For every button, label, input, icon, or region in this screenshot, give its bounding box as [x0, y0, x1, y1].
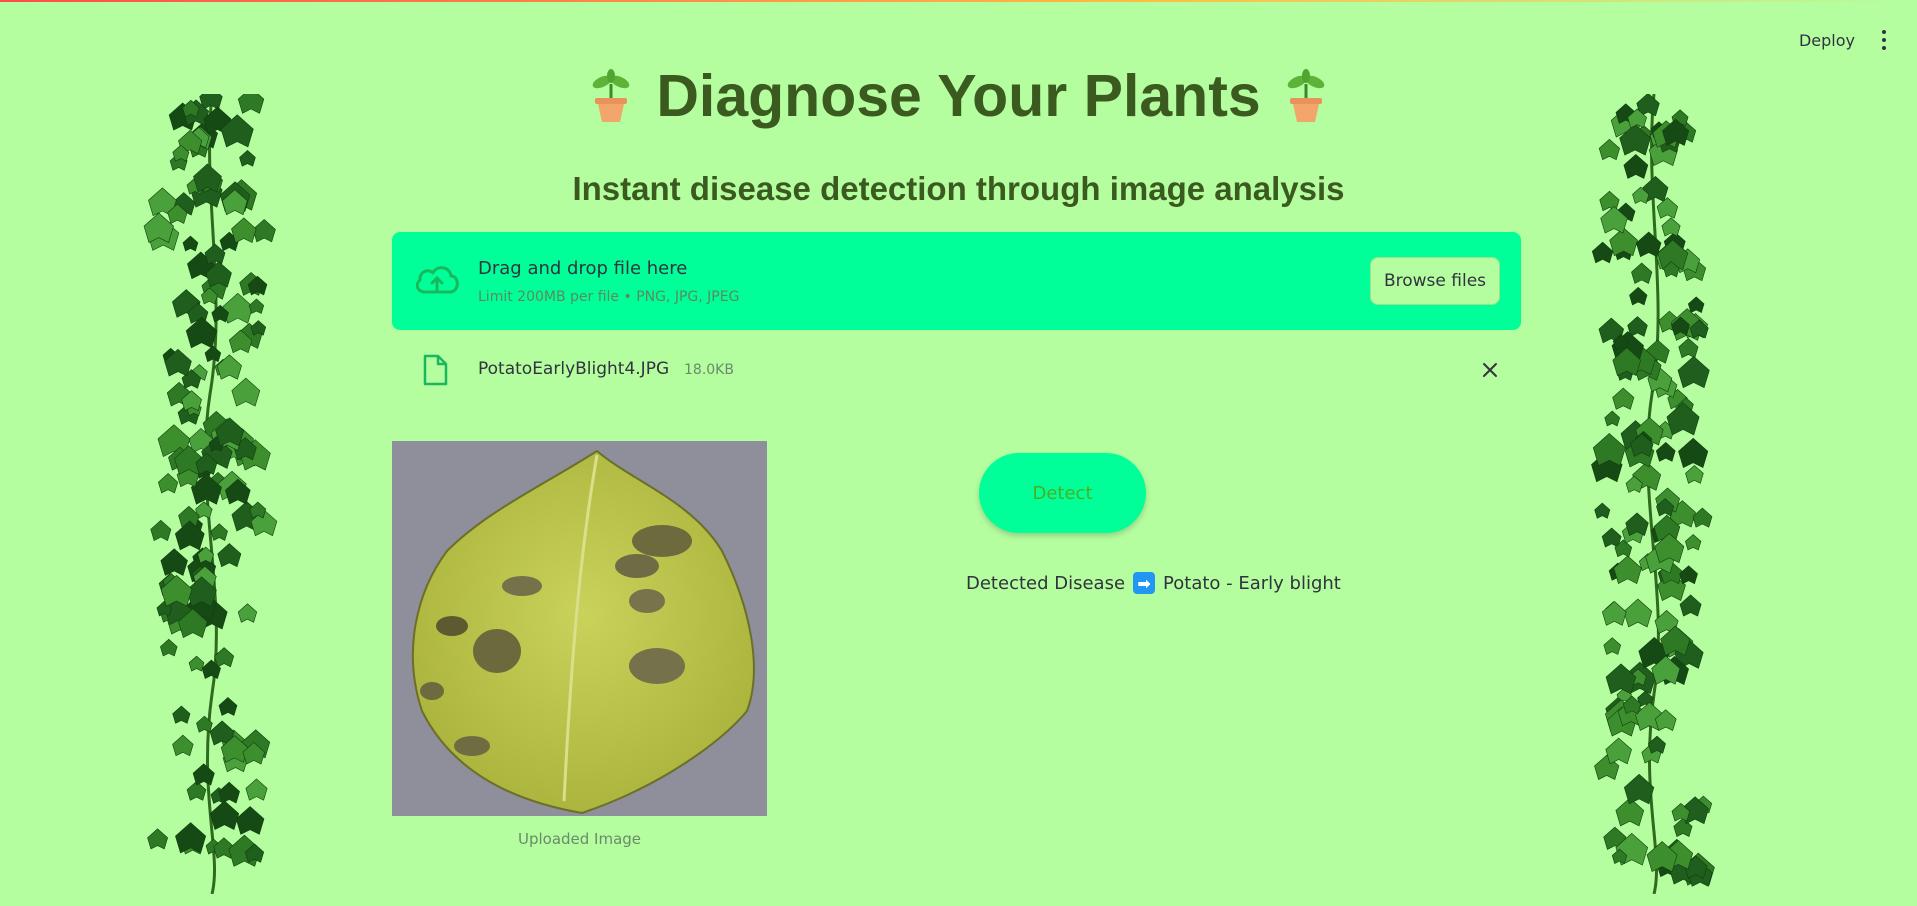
ivy-leaf	[239, 149, 256, 167]
potted-plant-icon	[593, 69, 630, 122]
dropzone-limit: Limit 200MB per file • PNG, JPG, JPEG	[478, 289, 740, 305]
ivy-leaf	[160, 638, 178, 657]
ivy-leaf	[252, 219, 276, 243]
ivy-leaf	[172, 734, 194, 757]
file-size: 18.0KB	[684, 362, 734, 378]
ivy-leaf	[1678, 337, 1699, 359]
ivy-vine-right	[1591, 94, 1715, 894]
file-dropzone[interactable]: Drag and drop file here Limit 200MB per …	[392, 232, 1521, 330]
uploaded-leaf-image	[392, 441, 767, 816]
ivy-leaf	[1598, 138, 1620, 161]
ivy-leaf	[1605, 663, 1637, 695]
ivy-leaf	[1603, 637, 1622, 655]
ivy-leaf	[1594, 502, 1611, 519]
page-title: Diagnose Your Plants	[656, 63, 1261, 129]
ivy-vine-left	[143, 94, 278, 894]
ivy-leaf	[1679, 594, 1702, 617]
ivy-leaf	[1692, 507, 1713, 528]
file-icon	[423, 354, 448, 386]
close-icon[interactable]	[1480, 360, 1500, 380]
ivy-leaf	[218, 781, 240, 804]
ivy-leaf	[249, 501, 267, 519]
ivy-leaf	[1612, 387, 1635, 410]
ivy-leaf	[235, 806, 265, 835]
ivy-leaf	[1605, 737, 1632, 765]
ivy-leaf	[217, 543, 242, 568]
ivy-leaf	[188, 655, 205, 672]
detection-result: Detected Disease ➡ Potato - Early blight	[966, 572, 1341, 594]
dropzone-title: Drag and drop file here	[478, 258, 688, 279]
ivy-leaf	[1623, 598, 1653, 628]
ivy-leaf	[150, 519, 172, 541]
ivy-leaf	[1687, 296, 1705, 314]
ivy-leaf	[1604, 410, 1621, 427]
potted-plant-icon	[1287, 69, 1324, 122]
file-name: PotatoEarlyBlight4.JPG	[478, 359, 670, 379]
ivy-leaf	[1635, 231, 1662, 258]
ivy-leaf	[147, 828, 168, 850]
ivy-leaf	[1685, 465, 1704, 484]
ivy-leaf	[204, 345, 222, 363]
ivy-leaf	[222, 292, 254, 324]
ivy-leaf	[1677, 355, 1710, 389]
ivy-leaf	[250, 320, 267, 336]
right-arrow-icon: ➡	[1133, 572, 1156, 594]
ivy-leaf	[1678, 437, 1709, 469]
ivy-leaf	[182, 235, 199, 252]
ivy-leaf	[172, 705, 191, 724]
ivy-leaf	[209, 800, 240, 830]
ivy-leaf	[1602, 600, 1627, 626]
result-value: Potato - Early blight	[1163, 572, 1341, 594]
ivy-leaf	[160, 548, 188, 576]
ivy-leaf	[1591, 241, 1614, 264]
page-title-row: Diagnose Your Plants	[0, 62, 1917, 130]
ivy-leaf	[1685, 534, 1702, 551]
detect-button[interactable]: Detect	[979, 453, 1146, 533]
ivy-leaf	[1613, 555, 1642, 584]
deploy-button[interactable]: Deploy	[1799, 31, 1855, 50]
cloud-upload-icon	[415, 266, 459, 294]
ivy-leaf	[231, 217, 257, 244]
ivy-leaf	[218, 697, 238, 716]
uploaded-file-row: PotatoEarlyBlight4.JPG 18.0KB	[392, 350, 1521, 390]
ivy-leaf	[231, 377, 261, 407]
ivy-leaf	[237, 603, 258, 623]
ivy-leaf	[158, 473, 179, 494]
ivy-leaf	[1655, 442, 1676, 462]
browse-files-button[interactable]: Browse files	[1370, 257, 1500, 305]
ivy-leaf	[1661, 217, 1681, 237]
ivy-leaf	[216, 354, 242, 380]
ivy-leaf	[245, 778, 268, 801]
ivy-leaf	[192, 763, 215, 786]
ivy-leaf	[248, 298, 265, 314]
kebab-menu-icon[interactable]	[1881, 30, 1887, 50]
ivy-leaf	[1629, 286, 1648, 306]
ivy-leaf	[1631, 262, 1653, 284]
page-subtitle: Instant disease detection through image …	[572, 170, 1345, 207]
top-accent-bar	[0, 0, 1917, 2]
result-label: Detected Disease	[966, 572, 1126, 594]
ivy-leaf	[1627, 316, 1648, 337]
ivy-leaf	[210, 523, 228, 541]
image-caption: Uploaded Image	[517, 830, 642, 848]
header-toolbar: Deploy	[1799, 30, 1887, 50]
ivy-leaf	[1679, 565, 1698, 585]
